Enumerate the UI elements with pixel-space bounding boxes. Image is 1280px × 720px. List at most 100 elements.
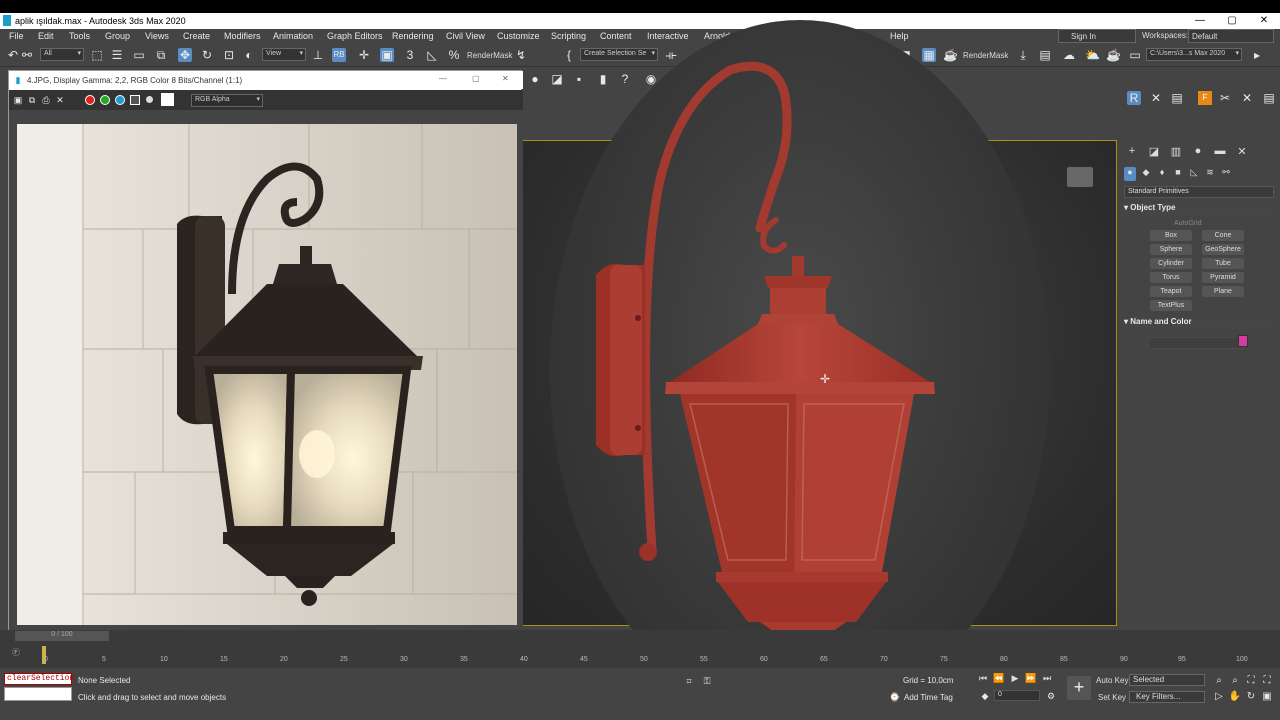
object-type-rollout[interactable]: Object Type (1124, 203, 1274, 216)
red-channel-icon[interactable] (85, 95, 95, 105)
add-time-tag[interactable]: Add Time Tag (904, 693, 953, 702)
layer-icon[interactable]: ◪ (550, 72, 564, 86)
time-slider-thumb[interactable]: 0 / 100 (15, 631, 109, 641)
create-tab-icon[interactable]: + (1124, 145, 1140, 159)
print-image-icon[interactable]: ⎙ (39, 93, 53, 107)
project-folder-icon[interactable]: ▭ (1128, 48, 1142, 62)
sign-in-dropdown[interactable]: Sign In (1058, 29, 1136, 43)
key-filters-button[interactable]: Key Filters... (1129, 691, 1205, 703)
plane-button[interactable]: Plane (1202, 286, 1244, 297)
render-save-icon[interactable]: ⤓ (1016, 48, 1030, 62)
pan-icon[interactable]: ✋ (1228, 690, 1242, 704)
textplus-button[interactable]: TextPlus (1150, 300, 1192, 311)
blue-channel-icon[interactable] (115, 95, 125, 105)
autogrid-checkbox[interactable]: AutoGrid (1174, 220, 1202, 227)
copy-image-icon[interactable]: ⧉ (25, 93, 39, 107)
render-cloud-icon[interactable]: ☁ (1062, 48, 1076, 62)
mono-icon[interactable] (146, 96, 153, 103)
go-to-start-icon[interactable]: ⏮ (977, 673, 989, 684)
fp-icon[interactable]: F (1198, 91, 1212, 105)
rotate-icon[interactable]: ↻ (200, 48, 214, 62)
channel-display-dropdown[interactable]: RGB Alpha (191, 94, 263, 107)
snap-toggle-icon[interactable]: 3 (403, 48, 417, 62)
tube-button[interactable]: Tube (1202, 258, 1244, 269)
play-icon[interactable]: ▶ (1009, 673, 1021, 684)
alpha-channel-icon[interactable] (130, 95, 140, 105)
menu-help[interactable]: Help (890, 31, 909, 41)
percent-snap-icon[interactable]: % (447, 48, 461, 62)
maxscript-input[interactable] (4, 687, 72, 701)
time-slider[interactable]: 0 / 100 (0, 630, 1280, 642)
menu-animation[interactable]: Animation (273, 31, 313, 41)
display-tab-icon[interactable]: ▬ (1212, 145, 1228, 159)
hierarchy-tab-icon[interactable]: ▥ (1168, 145, 1184, 159)
fov-icon[interactable]: ▷ (1212, 690, 1226, 704)
place-icon[interactable]: ◐ (242, 48, 256, 62)
torus-button[interactable]: Torus (1150, 272, 1192, 283)
rect-selection-icon[interactable]: ▭ (132, 48, 146, 62)
geosphere-button[interactable]: GeoSphere (1202, 244, 1244, 255)
workspaces-dropdown[interactable]: Default (1188, 29, 1274, 43)
teapot-render-icon[interactable]: ☕ (1106, 48, 1121, 62)
zoom-all-icon[interactable]: ⌕ (1228, 674, 1242, 688)
viewcube-icon[interactable] (1067, 167, 1093, 187)
helpers-icon[interactable]: ◺ (1188, 167, 1200, 181)
pyramid-button[interactable]: Pyramid (1202, 272, 1244, 283)
scissors-icon[interactable]: ✂ (1218, 91, 1232, 105)
menu-create[interactable]: Create (183, 31, 210, 41)
systems-icon[interactable]: ⚯ (1220, 167, 1232, 181)
selection-filter-dropdown[interactable]: All (40, 48, 84, 61)
spacewarps-icon[interactable]: ≋ (1204, 167, 1216, 181)
menu-group[interactable]: Group (105, 31, 130, 41)
go-to-end-icon[interactable]: ⏭ (1041, 673, 1053, 684)
cone-button[interactable]: Cone (1202, 230, 1244, 241)
picture-close-button[interactable]: ✕ (502, 74, 509, 83)
object-color-swatch[interactable] (1238, 335, 1248, 347)
orbit-icon[interactable]: ↻ (1244, 690, 1258, 704)
select-object-icon[interactable]: ⬚ (90, 48, 104, 62)
time-configuration-icon[interactable]: ⚙ (1044, 689, 1058, 703)
sheet-icon[interactable]: ▤ (1170, 91, 1184, 105)
set-key-label[interactable]: Set Key (1098, 693, 1126, 702)
curve-editor-icon[interactable]: Ⓕ (12, 647, 20, 658)
menu-scripting[interactable]: Scripting (551, 31, 586, 41)
auto-key-button[interactable]: Auto Key (1096, 676, 1128, 685)
render-online-icon[interactable]: ⛅ (1085, 48, 1100, 62)
save-image-icon[interactable]: ▣ (11, 93, 25, 107)
picture-minimize-button[interactable]: — (439, 74, 447, 83)
sphere-icon[interactable]: ● (528, 72, 542, 86)
select-move-icon[interactable]: ✥ (178, 48, 192, 62)
primitive-type-dropdown[interactable]: Standard Primitives (1124, 186, 1274, 198)
previous-frame-icon[interactable]: ⏪ (993, 673, 1005, 684)
menu-edit[interactable]: Edit (38, 31, 54, 41)
sphere-button[interactable]: Sphere (1150, 244, 1192, 255)
key-mode-dropdown[interactable]: Selected (1129, 674, 1205, 686)
select-manipulate-icon[interactable]: ✛ (357, 48, 371, 62)
lamp-3d-model[interactable] (570, 60, 970, 680)
angle-snap-icon[interactable]: ◺ (425, 48, 439, 62)
keyboard-shortcut-icon[interactable]: ▣ (380, 48, 394, 62)
set-key-button[interactable]: + (1067, 676, 1091, 700)
zoom-extents-all-icon[interactable]: ⛶ (1260, 674, 1274, 688)
close-button[interactable]: ✕ (1248, 13, 1280, 29)
maxscript-listener[interactable]: clearSelection (4, 673, 74, 685)
menu-content[interactable]: Content (600, 31, 632, 41)
teapot-button[interactable]: Teapot (1150, 286, 1192, 297)
menu-file[interactable]: File (9, 31, 24, 41)
menu-modifiers[interactable]: Modifiers (224, 31, 261, 41)
zoom-extents-icon[interactable]: ⛶ (1244, 674, 1258, 688)
pivot-icon[interactable]: ⊥ (311, 48, 325, 62)
background-color-swatch[interactable] (161, 93, 174, 106)
maximize-button[interactable]: ▢ (1216, 13, 1248, 29)
menu-interactive[interactable]: Interactive (647, 31, 689, 41)
geometry-icon[interactable]: ● (1124, 167, 1136, 181)
window-crossing-icon[interactable]: ⧉ (154, 48, 168, 62)
rendermask-label-2[interactable]: RenderMask (963, 51, 1008, 60)
tools-icon[interactable]: ✕ (1149, 91, 1163, 105)
time-tag-icon[interactable]: ⌚ (888, 690, 902, 704)
grid-panel-icon[interactable]: ▤ (1262, 91, 1276, 105)
utilities-tab-icon[interactable]: ✕ (1234, 145, 1250, 159)
name-and-color-rollout[interactable]: Name and Color (1124, 317, 1274, 330)
rc-icon[interactable]: R (1127, 91, 1141, 105)
toolbar-more-icon[interactable]: ▸ (1250, 48, 1264, 62)
